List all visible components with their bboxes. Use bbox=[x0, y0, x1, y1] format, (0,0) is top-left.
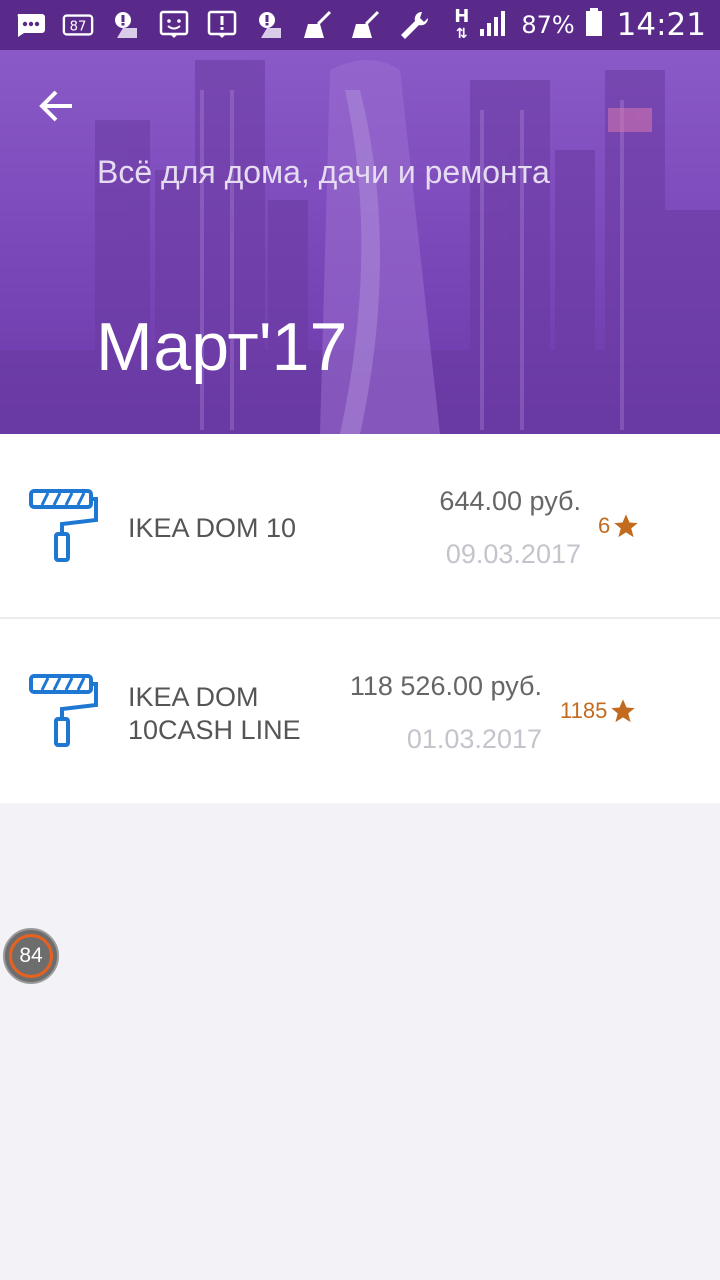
alert-person-icon bbox=[110, 10, 142, 40]
network-type-icon: H ⇅ bbox=[454, 5, 470, 42]
transaction-amount: 644.00 руб. bbox=[439, 486, 581, 516]
clock: 14:21 bbox=[616, 7, 706, 43]
points-value: 1185 bbox=[560, 698, 608, 723]
alert-box-icon bbox=[206, 10, 238, 40]
transaction-name-line1: IKEA DOM bbox=[128, 682, 259, 712]
signal-icon bbox=[479, 7, 511, 43]
status-bar: 87 H ⇅ 87% 14:21 bbox=[0, 0, 720, 50]
arrow-left-icon bbox=[39, 90, 72, 122]
counter-value: 84 bbox=[9, 934, 53, 978]
category-subtitle: Всё для дома, дачи и ремонта bbox=[97, 154, 550, 190]
notification-count-icon: 87 bbox=[62, 10, 94, 40]
star-icon bbox=[614, 514, 638, 538]
floating-counter-bubble[interactable]: 84 bbox=[3, 928, 59, 984]
transaction-date: 09.03.2017 bbox=[445, 539, 581, 569]
paint-roller-icon bbox=[29, 674, 98, 747]
transaction-row[interactable]: IKEA DOM 10CASH LINE 118 526.00 руб. 01.… bbox=[0, 619, 720, 803]
battery-percent: 87% bbox=[521, 11, 575, 39]
broom-icon bbox=[302, 10, 334, 40]
page-title: Март'17 bbox=[96, 309, 348, 385]
points-badge: 1185 bbox=[560, 697, 637, 725]
alert-person-icon bbox=[254, 10, 286, 40]
transaction-amount: 118 526.00 руб. bbox=[349, 671, 542, 701]
header-banner: Всё для дома, дачи и ремонта Март'17 bbox=[0, 50, 720, 434]
star-icon bbox=[611, 699, 635, 723]
transaction-date: 01.03.2017 bbox=[406, 724, 542, 754]
transaction-name-line2: 10CASH LINE bbox=[128, 715, 301, 745]
message-icon bbox=[14, 10, 46, 40]
back-button[interactable] bbox=[30, 80, 82, 132]
face-icon bbox=[158, 10, 190, 40]
svg-text:87: 87 bbox=[70, 20, 87, 35]
points-value: 6 bbox=[598, 513, 611, 538]
transactions-list: IKEA DOM 10 644.00 руб. 09.03.2017 6 IKE… bbox=[0, 434, 720, 803]
points-badge: 6 bbox=[598, 512, 640, 540]
wrench-icon bbox=[398, 10, 430, 40]
broom-icon bbox=[350, 10, 382, 40]
paint-roller-icon bbox=[29, 489, 98, 562]
transaction-row[interactable]: IKEA DOM 10 644.00 руб. 09.03.2017 6 bbox=[0, 434, 720, 619]
battery-icon bbox=[585, 7, 603, 43]
transaction-name: IKEA DOM 10 bbox=[128, 513, 297, 543]
